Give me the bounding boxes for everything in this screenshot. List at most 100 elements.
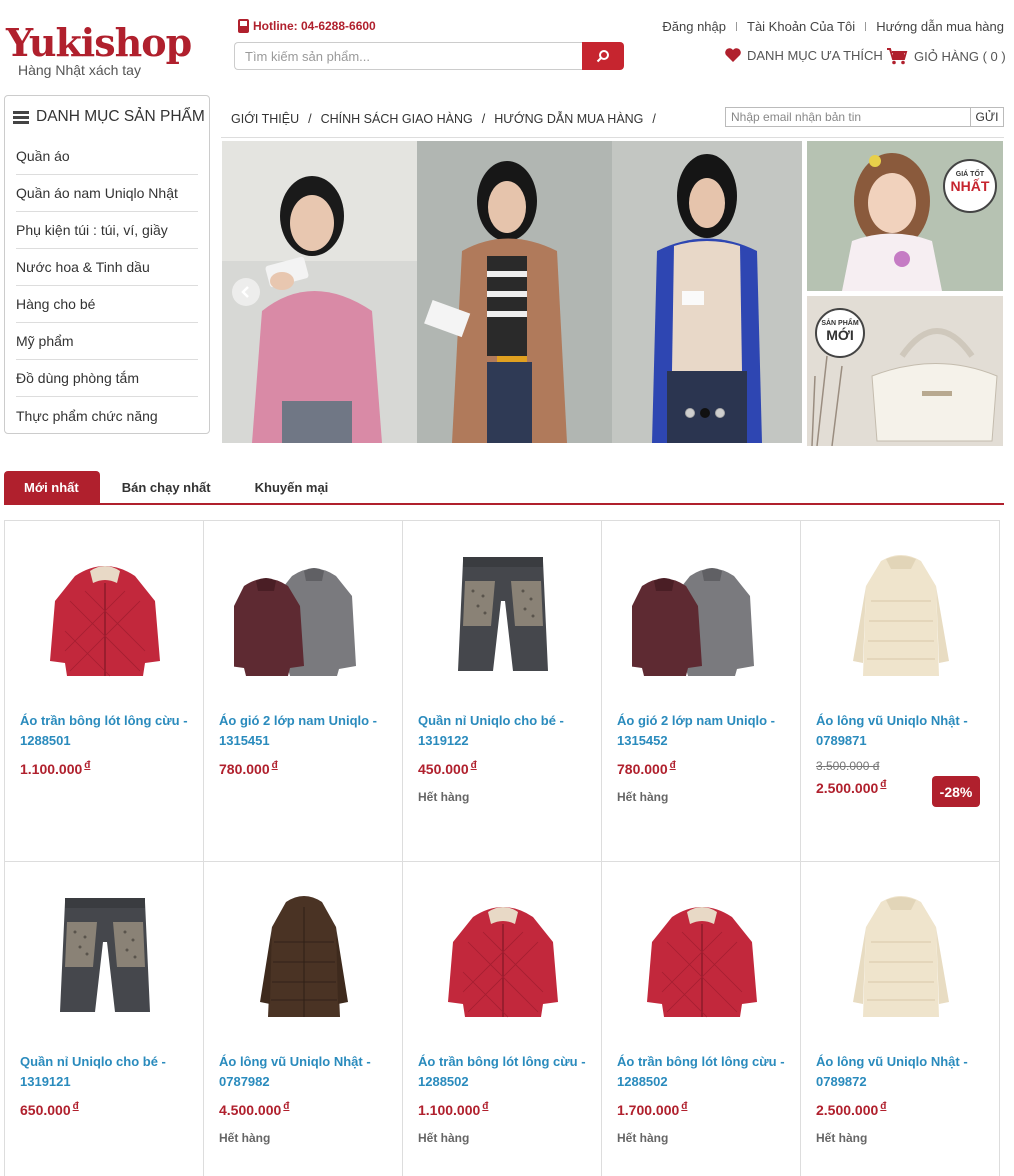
logo-tagline: Hàng Nhật xách tay [18,62,141,78]
product-card[interactable]: Quần nỉ Uniqlo cho bé - 1319122 450.000 đ H… [403,521,602,862]
promo-banner-new[interactable]: SẢN PHẨM MỚI [807,296,1003,446]
nav-item-guide[interactable]: HƯỚNG DẪN MUA HÀNG [494,112,643,126]
slider-prev-button[interactable] [232,278,260,306]
price-currency: đ [681,1101,688,1112]
product-price: 1.700.000 đ [617,1101,688,1118]
category-item[interactable]: Quần áo nam Uniqlo Nhật [16,175,198,212]
price-currency: đ [84,760,91,771]
nav-separator: / [481,112,486,126]
product-price: 4.500.000 đ [219,1101,290,1118]
slider-dot[interactable] [715,408,725,418]
tab-newest[interactable]: Mới nhất [4,471,100,503]
tab-promotion[interactable]: Khuyến mại [233,471,351,503]
product-name-link[interactable]: Áo gió 2 lớp nam Uniqlo - 1315451 [219,711,389,751]
category-item[interactable]: Đồ dùng phòng tắm [16,360,198,397]
nav-divider [221,137,1004,138]
search-icon [596,50,609,63]
product-price: 1.100.000 đ [20,760,91,777]
wishlist-link[interactable]: DANH MỤC ƯA THÍCH [724,47,883,63]
product-image[interactable] [234,541,374,681]
product-card[interactable]: Áo gió 2 lớp nam Uniqlo - 1315451 780.000… [204,521,403,862]
product-name-link[interactable]: Áo gió 2 lớp nam Uniqlo - 1315452 [617,711,787,751]
wishlist-label: DANH MỤC ƯA THÍCH [747,47,883,63]
login-link[interactable]: Đăng nhập [662,19,726,34]
product-card[interactable]: Áo gió 2 lớp nam Uniqlo - 1315452 780.000… [602,521,801,862]
product-image[interactable] [632,541,772,681]
product-name-link[interactable]: Áo lông vũ Uniqlo Nhật - 0787982 [219,1052,389,1092]
product-card[interactable]: Quần nỉ Uniqlo cho bé - 1319121 650.000 đ [5,862,204,1176]
hero-slider [222,141,802,443]
best-price-badge: GIÁ TỐT NHẤT [943,159,997,213]
category-item[interactable]: Quần áo [16,138,198,175]
product-card[interactable]: Áo trần bông lót lông cừu - 1288502 1.700… [602,862,801,1176]
menu-icon [13,110,29,124]
product-card[interactable]: Áo trần bông lót lông cừu - 1288501 1.100… [5,521,204,862]
stock-status: Hết hàng [219,1131,271,1145]
slider-dot[interactable] [685,408,695,418]
product-image[interactable] [35,882,175,1022]
tab-bestseller[interactable]: Bán chạy nhất [100,471,233,503]
product-name-link[interactable]: Áo trần bông lót lông cừu - 1288502 [418,1052,588,1092]
product-image[interactable] [632,882,772,1022]
product-price: 2.500.000 đ [816,779,887,796]
price-currency: đ [72,1101,79,1112]
stock-status: Hết hàng [816,1131,868,1145]
price-currency: đ [271,760,278,771]
product-name-link[interactable]: Áo trần bông lót lông cừu - 1288501 [20,711,190,751]
product-image[interactable] [831,882,971,1022]
newsletter-email-input[interactable] [726,108,970,126]
nav-item-shipping[interactable]: CHÍNH SÁCH GIAO HÀNG [321,112,473,126]
product-name-link[interactable]: Áo lông vũ Uniqlo Nhật - 0789872 [816,1052,986,1092]
badge-big-text: NHẤT [950,178,990,194]
stock-status: Hết hàng [617,790,669,804]
category-item[interactable]: Nước hoa & Tinh dầu [16,249,198,286]
category-item[interactable]: Phụ kiện túi : túi, ví, giầy [16,212,198,249]
product-image[interactable] [433,882,573,1022]
site-logo[interactable]: Yukishop Hàng Nhật xách tay [6,20,192,84]
logo-text: Yukishop [6,20,192,65]
product-image[interactable] [433,541,573,681]
product-name-link[interactable]: Quần nỉ Uniqlo cho bé - 1319122 [418,711,588,751]
chevron-left-icon [241,286,249,298]
product-image[interactable] [234,882,374,1022]
badge-small-text: SẢN PHẨM [821,320,859,327]
search-button[interactable] [582,42,624,70]
product-card[interactable]: Áo lông vũ Uniqlo Nhật - 0787982 4.500.00… [204,862,403,1176]
product-card[interactable]: Áo trần bông lót lông cừu - 1288502 1.100… [403,862,602,1176]
price-currency: đ [482,1101,489,1112]
nav-item-about[interactable]: GIỚI THIỆU [231,112,299,126]
newsletter-form: GỬI [725,107,1004,127]
product-image[interactable] [35,541,175,681]
promo-banner-best-price[interactable]: GIÁ TỐT NHẤT [807,141,1003,291]
product-card[interactable]: Áo lông vũ Uniqlo Nhật - 0789871 3.500.00… [801,521,1000,862]
discount-badge: -28% [932,776,980,807]
nav-separator: / [308,112,312,126]
product-image[interactable] [831,541,971,681]
stock-status: Hết hàng [617,1131,669,1145]
price-currency: đ [880,779,887,790]
product-name-link[interactable]: Áo trần bông lót lông cừu - 1288502 [617,1052,787,1092]
price-currency: đ [669,760,676,771]
category-item[interactable]: Thực phẩm chức năng [16,397,198,434]
product-price: 2.500.000 đ [816,1101,886,1118]
cart-label: GIỎ HÀNG ( 0 ) [914,48,1006,64]
divider [865,22,867,31]
product-name-link[interactable]: Quần nỉ Uniqlo cho bé - 1319121 [20,1052,190,1092]
cart-link[interactable]: GIỎ HÀNG ( 0 ) [886,47,1006,65]
category-item[interactable]: Hàng cho bé [16,286,198,323]
price-currency: đ [283,1101,290,1112]
slide-image-vest [612,141,802,443]
newsletter-send-button[interactable]: GỬI [970,108,1003,126]
price-value: 4.500.000 [219,1102,282,1118]
category-header: DANH MỤC SẢN PHẨM [5,96,209,138]
slider-dot-active[interactable] [700,408,710,418]
category-item[interactable]: Mỹ phẩm [16,323,198,360]
price-value: 780.000 [219,761,270,777]
product-old-price: 3.500.000 đ [816,759,880,773]
product-name-link[interactable]: Áo lông vũ Uniqlo Nhật - 0789871 [816,711,986,751]
product-card[interactable]: Áo lông vũ Uniqlo Nhật - 0789872 2.500.00… [801,862,1000,1176]
search-input[interactable] [234,42,584,70]
guide-link[interactable]: Hướng dẫn mua hàng [876,19,1004,34]
price-value: 650.000 [20,1102,71,1118]
account-link[interactable]: Tài Khoản Của Tôi [747,19,855,34]
